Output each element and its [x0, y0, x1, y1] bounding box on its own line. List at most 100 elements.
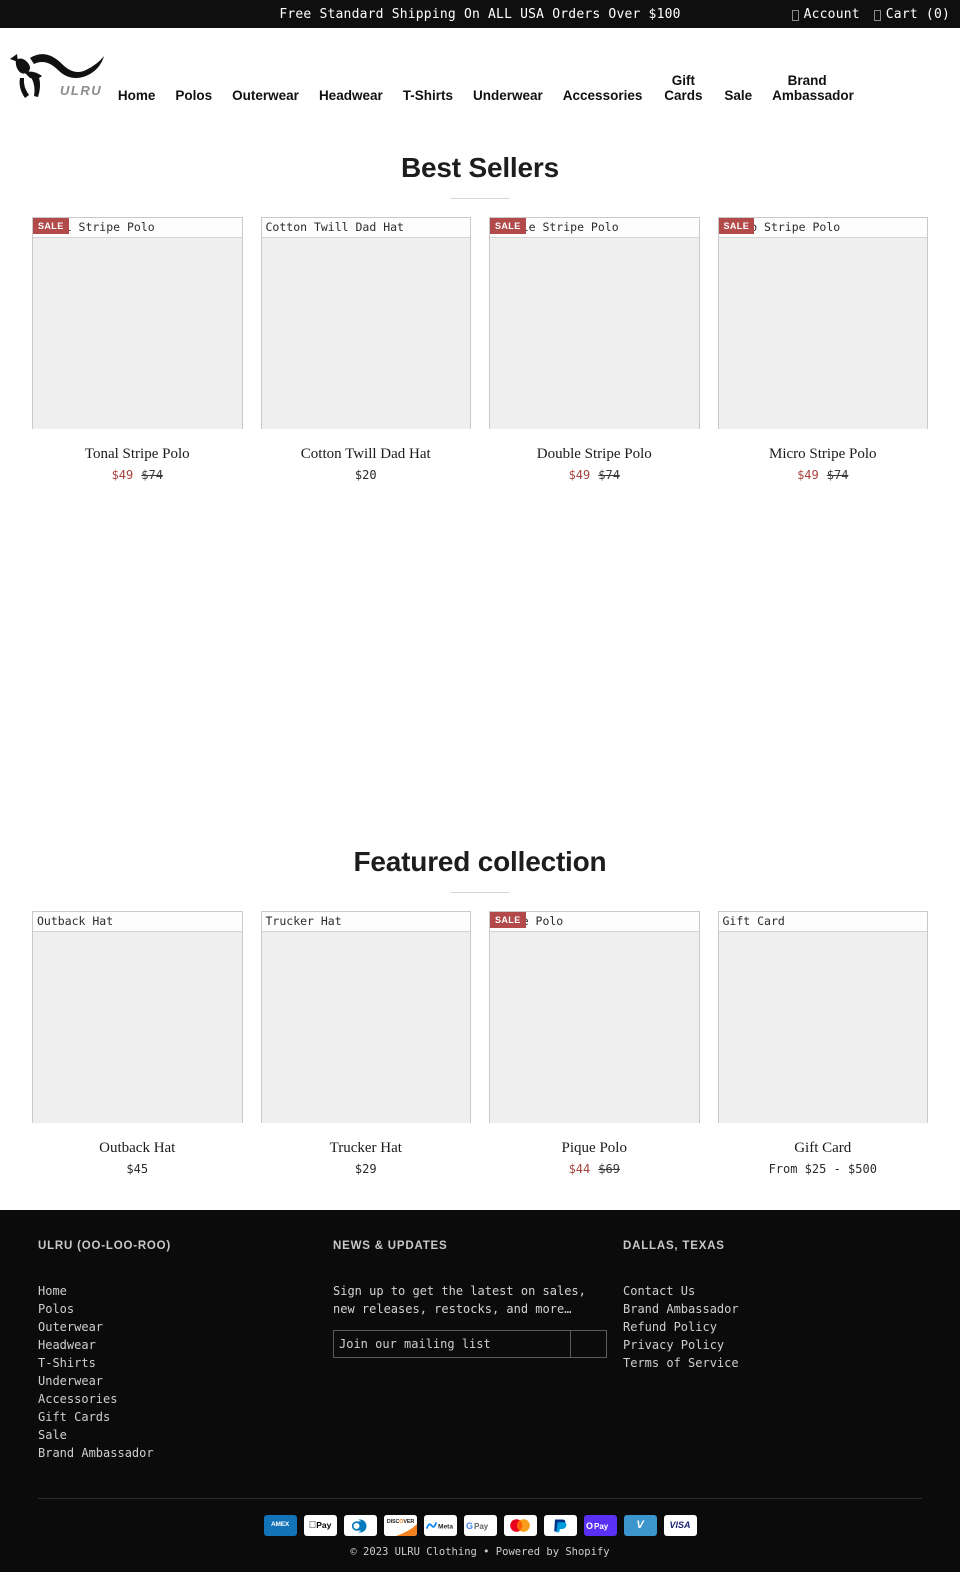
- product-sale-price: $49: [797, 468, 819, 482]
- product-image-placeholder: Tonal Stripe Polo SALE: [32, 217, 243, 429]
- nav-item-sale[interactable]: Sale: [714, 88, 762, 104]
- product-compare-price: $74: [598, 468, 620, 482]
- product-card[interactable]: Pique Polo SALE Pique Polo $44 $69: [489, 911, 700, 1176]
- footer-link-sale[interactable]: Sale: [38, 1426, 333, 1444]
- announcement-bar: Free Standard Shipping On ALL USA Orders…: [0, 0, 960, 28]
- product-price: $44 $69: [489, 1162, 700, 1176]
- american-express-icon: AMEX: [263, 1515, 297, 1536]
- page-title: Featured collection: [353, 846, 607, 877]
- product-image-alt-text: Gift Card: [718, 912, 927, 932]
- paypal-icon: [543, 1515, 577, 1536]
- product-card[interactable]: Cotton Twill Dad Hat Cotton Twill Dad Ha…: [260, 217, 472, 482]
- product-sale-price: $49: [568, 468, 591, 482]
- product-image-alt-text: Trucker Hat: [261, 912, 470, 932]
- nav-item-gift-cards[interactable]: Gift Cards: [652, 73, 714, 104]
- product-image-placeholder: Double Stripe Polo SALE: [489, 217, 700, 429]
- newsletter-email-input[interactable]: [334, 1331, 570, 1357]
- footer-link-outerwear[interactable]: Outerwear: [38, 1318, 333, 1336]
- nav-item-outerwear[interactable]: Outerwear: [222, 88, 309, 104]
- product-title: Pique Polo: [561, 1140, 627, 1156]
- product-image-alt-text: Outback Hat: [33, 912, 242, 932]
- product-title: Outback Hat: [99, 1140, 176, 1156]
- title-divider: [450, 198, 510, 199]
- product-image-fill: [490, 932, 699, 1123]
- product-price: $49 $74: [489, 468, 700, 482]
- footer-link-underwear[interactable]: Underwear: [38, 1372, 333, 1390]
- footer-columns: ULRU (OO-LOO-ROO) Home Polos Outerwear H…: [38, 1240, 922, 1462]
- site-footer: ULRU (OO-LOO-ROO) Home Polos Outerwear H…: [0, 1210, 960, 1572]
- product-price: $45: [32, 1162, 243, 1176]
- product-image-placeholder: Gift Card: [717, 911, 928, 1123]
- footer-heading: NEWS & UPDATES: [333, 1240, 448, 1252]
- product-image-fill: [33, 932, 242, 1123]
- footer-link-terms-of-service[interactable]: Terms of Service: [623, 1354, 922, 1372]
- shopping-cart-icon: [873, 9, 881, 21]
- product-title: Double Stripe Polo: [536, 446, 652, 462]
- svg-text:G: G: [466, 1521, 473, 1531]
- product-regular-price: $20: [354, 468, 377, 482]
- nav-item-home[interactable]: Home: [108, 88, 166, 104]
- footer-link-contact-us[interactable]: Contact Us: [623, 1282, 922, 1300]
- footer-link-headwear[interactable]: Headwear: [38, 1336, 333, 1354]
- payment-methods-row: AMEX Pay DISCOVER Meta GPay OPay V VISA: [38, 1499, 922, 1546]
- diners-club-icon: [343, 1515, 377, 1536]
- footer-link-accessories[interactable]: Accessories: [38, 1390, 333, 1408]
- product-card[interactable]: Trucker Hat Trucker Hat $29: [260, 911, 471, 1176]
- product-sale-price: $44: [568, 1162, 591, 1176]
- footer-link-t-shirts[interactable]: T-Shirts: [38, 1354, 333, 1372]
- account-label: Account: [803, 6, 860, 22]
- footer-link-gift-cards[interactable]: Gift Cards: [38, 1408, 333, 1426]
- nav-item-headwear[interactable]: Headwear: [309, 88, 393, 104]
- product-card[interactable]: Micro Stripe Polo SALE Micro Stripe Polo…: [717, 217, 929, 482]
- status-badge: SALE: [490, 912, 526, 928]
- product-image-alt-text: Cotton Twill Dad Hat: [261, 218, 470, 238]
- nav-item-polos[interactable]: Polos: [165, 88, 222, 104]
- apple-pay-icon: Pay: [303, 1515, 337, 1536]
- svg-text:DISCOVER: DISCOVER: [386, 1519, 414, 1525]
- nav-item-underwear[interactable]: Underwear: [463, 88, 553, 104]
- product-price: $49 $74: [718, 468, 929, 482]
- product-card[interactable]: Gift Card Gift Card From $25 - $500: [717, 911, 929, 1176]
- product-compare-price: $69: [598, 1162, 620, 1176]
- product-image-fill: [33, 238, 242, 429]
- product-image-placeholder: Cotton Twill Dad Hat: [260, 217, 471, 429]
- footer-link-refund-policy[interactable]: Refund Policy: [623, 1318, 922, 1336]
- main-navigation: Home Polos Outerwear Headwear T-Shirts U…: [0, 28, 960, 118]
- announcement-actions: Account Cart (0): [791, 6, 950, 22]
- footer-link-privacy-policy[interactable]: Privacy Policy: [623, 1336, 922, 1354]
- product-regular-price: $45: [126, 1162, 149, 1176]
- footer-column-newsletter: NEWS & UPDATES Sign up to get the latest…: [333, 1240, 623, 1462]
- mastercard-icon: [503, 1515, 537, 1536]
- copyright-text: © 2023 ULRU Clothing • Powered by Shopif…: [350, 1546, 610, 1558]
- product-price: $20: [261, 468, 472, 482]
- footer-link-home[interactable]: Home: [38, 1282, 333, 1300]
- product-card[interactable]: Tonal Stripe Polo SALE Tonal Stripe Polo…: [32, 217, 243, 482]
- product-grid-best-sellers: Tonal Stripe Polo SALE Tonal Stripe Polo…: [0, 217, 960, 482]
- product-price: From $25 - $500: [718, 1162, 929, 1176]
- product-card[interactable]: Double Stripe Polo SALE Double Stripe Po…: [489, 217, 700, 482]
- product-image-placeholder: Outback Hat: [32, 911, 243, 1123]
- footer-link-polos[interactable]: Polos: [38, 1300, 333, 1318]
- product-image-placeholder: Pique Polo SALE: [489, 911, 700, 1123]
- account-link[interactable]: Account: [791, 6, 860, 22]
- product-title: Gift Card: [794, 1140, 852, 1156]
- nav-item-t-shirts[interactable]: T-Shirts: [393, 88, 463, 104]
- footer-column-info: DALLAS, TEXAS Contact Us Brand Ambassado…: [623, 1240, 922, 1462]
- product-grid-featured: Outback Hat Outback Hat $45 Trucker Hat …: [0, 911, 960, 1176]
- product-title: Tonal Stripe Polo: [84, 446, 190, 462]
- nav-item-brand-ambassador[interactable]: Brand Ambassador: [762, 73, 854, 104]
- newsletter-submit-button[interactable]: [570, 1331, 606, 1357]
- product-image-fill: [261, 932, 470, 1123]
- product-price-range: From $25 - $500: [768, 1162, 877, 1176]
- footer-link-brand-ambassador-info[interactable]: Brand Ambassador: [623, 1300, 922, 1318]
- nav-item-accessories[interactable]: Accessories: [553, 88, 653, 104]
- product-card[interactable]: Outback Hat Outback Hat $45: [32, 911, 243, 1176]
- product-title: Cotton Twill Dad Hat: [300, 446, 431, 462]
- product-image-fill: [490, 238, 699, 429]
- product-image-placeholder: Trucker Hat: [260, 911, 471, 1123]
- product-regular-price: $29: [354, 1162, 377, 1176]
- footer-link-brand-ambassador[interactable]: Brand Ambassador: [38, 1444, 333, 1462]
- cart-link[interactable]: Cart (0): [873, 7, 950, 22]
- product-sale-price: $49: [111, 468, 134, 482]
- product-image-fill: [261, 238, 470, 429]
